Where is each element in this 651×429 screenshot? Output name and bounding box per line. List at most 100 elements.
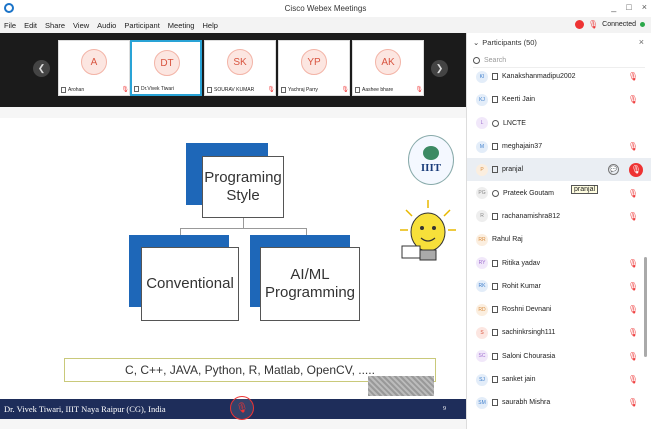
device-icon [492,96,498,104]
webex-app-icon [4,3,14,13]
video-tile[interactable]: YP Yachraj Parry 🎙 [278,40,350,96]
list-item[interactable]: RK Rohit Kumar 🎙 [467,275,651,298]
redacted-box [368,376,434,396]
muted-mic-icon: 🎙 [121,87,129,93]
muted-mic-icon: 🎙 [627,375,638,384]
menu-meeting[interactable]: Meeting [168,21,195,30]
list-item[interactable]: Mmeghajain37 🎙 [467,135,651,158]
window-controls: _ □ × [611,2,647,12]
device-icon [281,86,286,93]
device-icon [492,306,498,314]
menu-help[interactable]: Help [202,21,217,30]
avatar: M [476,140,488,153]
list-item[interactable]: Rrachanamishra812 🎙 [467,205,651,228]
close-panel-icon[interactable]: × [639,37,644,47]
menu-bar: File Edit Share View Audio Participant M… [0,17,651,33]
avatar: KI [476,70,488,83]
participant-name: meghajain37 [502,143,543,151]
list-item[interactable]: KI Kanakshanmadipu2002 🎙 [467,65,651,88]
participant-name: Keerti Jain [502,96,536,104]
participant-name: Ritika yadav [502,259,541,267]
list-item[interactable]: SM saurabh Mishra 🎙 [467,391,651,414]
participant-name: Saloni Chourasia [502,352,556,360]
device-icon [492,212,498,220]
avatar: SM [476,396,488,409]
video-tile-active[interactable]: DT Dr.Vivek Tiwari [130,40,202,96]
participant-list: KI Kanakshanmadipu2002 🎙 KJ Keerti Jain 🎙 L LNC… [467,65,651,421]
menu-participant[interactable]: Participant [124,21,159,30]
close-button[interactable]: × [642,2,647,12]
tile-name: Arohan [68,86,85,93]
muted-mic-icon: 🎙 [627,398,638,408]
device-icon [492,399,498,407]
list-item[interactable]: PG Prateek Goutam 🎙 pranjal [467,181,651,204]
device-icon [355,86,360,93]
list-item[interactable]: SJ sanket jain 🎙 [467,368,651,391]
list-item[interactable]: RY Ritika yadav 🎙 [467,251,651,274]
lightbulb-icon [400,200,456,261]
menu-file[interactable]: File [4,21,16,30]
muted-mic-icon: 🎙 [627,328,638,338]
avatar: RK [476,280,488,293]
maximize-button[interactable]: □ [626,2,631,12]
avatar: KJ [476,93,488,106]
avatar: A [81,49,107,75]
device-icon [61,86,66,93]
video-strip: ❮ A Arohan 🎙 DT Dr.Vivek Tiwari SK SOURAV… [0,33,466,107]
muted-mic-icon: 🎙 [627,72,638,82]
participants-header[interactable]: ⌄ Participants (50) × [467,33,651,51]
muted-mic-icon: 🎙 [627,95,638,105]
list-item[interactable]: Ssachinkrsingh111 🎙 [467,321,651,344]
list-item[interactable]: SC Saloni Chourasia 🎙 [467,345,651,368]
video-tile[interactable]: AK Aashee bhare 🎙 [352,40,424,96]
muted-mic-icon: 🎙 [627,258,638,268]
phone-icon [492,119,499,127]
avatar: RR [476,233,488,246]
connected-dot-icon [640,22,645,27]
tile-name: Aashee bhare [362,86,394,93]
participant-name: Roshni Devnani [502,306,552,314]
device-icon [492,166,498,174]
microphone-icon: 🎙 [587,20,599,29]
chevron-down-icon[interactable]: ⌄ [473,38,479,47]
avatar: SC [476,350,488,363]
chevron-left-icon[interactable]: ❮ [33,60,50,77]
menu-view[interactable]: View [73,21,89,30]
menu-edit[interactable]: Edit [24,21,37,30]
list-item[interactable]: RD Roshni Devnani 🎙 [467,298,651,321]
muted-mic-icon: 🎙 [415,87,423,93]
node-label: Conventional [141,247,239,321]
menu-audio[interactable]: Audio [97,21,116,30]
avatar: S [476,326,488,339]
participant-name: Rohit Kumar [502,282,541,290]
scrollbar[interactable] [644,257,647,357]
chat-icon[interactable]: 💬 [608,164,619,176]
avatar: L [476,117,488,130]
mute-button[interactable]: 🎙 [230,396,254,420]
avatar: R [476,210,488,223]
device-icon [207,86,212,93]
chevron-right-icon[interactable]: ❯ [431,60,448,77]
avatar: RY [476,257,488,270]
device-icon [492,73,498,81]
presenter-label: Dr. Vivek Tiwari, IIIT Naya Raipur (CG),… [4,404,166,414]
muted-mic-icon: 🎙 [267,87,275,93]
video-tile[interactable]: SK SOURAV KUMAR 🎙 [204,40,276,96]
page-number: 9 [443,406,446,412]
menu-share[interactable]: Share [45,21,65,30]
list-item[interactable]: L LNCTE [467,112,651,135]
list-item[interactable]: KJ Keerti Jain 🎙 [467,88,651,111]
tile-name: Yachraj Parry [288,86,318,93]
mute-toggle-icon[interactable]: 🎙 [629,162,643,177]
device-icon [492,352,498,360]
device-icon [134,86,139,92]
avatar: DT [154,50,180,76]
connected-label: Connected [602,21,636,28]
video-tile[interactable]: A Arohan 🎙 [58,40,130,96]
list-item[interactable]: Ppranjal 💬 🎙 [467,158,651,182]
avatar: YP [301,49,327,75]
list-item[interactable]: RR Rahul Raj [467,228,651,251]
muted-mic-icon: 🎙 [627,142,638,152]
minimize-button[interactable]: _ [611,2,616,12]
participant-name: saurabh Mishra [502,399,551,407]
